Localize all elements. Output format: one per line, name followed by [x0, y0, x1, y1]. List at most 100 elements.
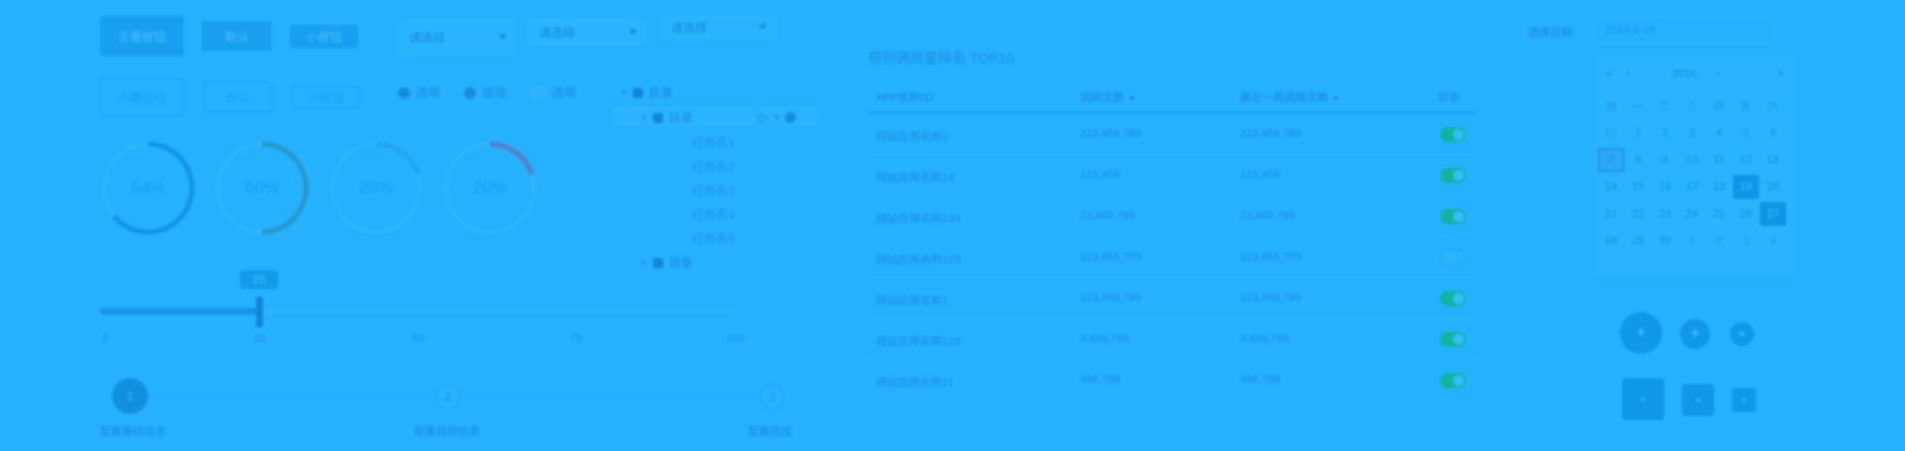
status-toggle[interactable] — [1440, 168, 1466, 183]
calendar-day[interactable]: 7 — [1598, 148, 1624, 172]
tree-node-child-tag: 小 ▾ — [756, 109, 796, 126]
tree-leaf[interactable]: 任务名2 — [692, 158, 735, 175]
calendar-day[interactable]: 8 — [1625, 148, 1651, 172]
primary-button-small[interactable]: 小按钮 — [290, 25, 358, 48]
calendar-day[interactable]: 27 — [1760, 202, 1786, 226]
secondary-button-large[interactable]: 次要按钮 — [100, 78, 184, 116]
secondary-button-small[interactable]: 小按钮 — [292, 86, 360, 108]
calendar-day[interactable]: 25 — [1706, 202, 1732, 226]
step-3-label: 配置完成 — [748, 426, 792, 438]
calendar-day[interactable]: 12 — [1733, 148, 1759, 172]
cell-weekly: 456,789 — [1240, 374, 1280, 386]
calendar-day[interactable]: 19 — [1733, 175, 1759, 199]
column-header-weekly[interactable]: 最近一周调用次数 ▼ — [1240, 89, 1340, 105]
radio-option-3[interactable]: 选项 — [532, 84, 576, 101]
slider-handle[interactable] — [256, 297, 263, 327]
step-3-indicator[interactable]: 3 — [760, 385, 784, 409]
calendar-day[interactable]: 26 — [1733, 202, 1759, 226]
prev-month-icon[interactable]: ‹ — [1626, 68, 1630, 80]
calendar-weekday: 五 — [1740, 101, 1752, 113]
calendar-weekday: 四 — [1713, 101, 1725, 113]
calendar-day[interactable]: 21 — [1598, 202, 1624, 226]
calendar-day[interactable]: 2 — [1652, 121, 1678, 145]
calendar-day[interactable]: 2 — [1706, 229, 1732, 253]
calendar-day[interactable]: 16 — [1652, 175, 1678, 199]
column-header-calls[interactable]: 调用次数 ▼ — [1080, 89, 1136, 105]
select-small[interactable]: 请选择 — [660, 16, 776, 38]
calendar-day[interactable]: 14 — [1598, 175, 1624, 199]
calendar-day[interactable]: 9 — [1652, 148, 1678, 172]
folder-icon — [652, 257, 663, 268]
calendar-day[interactable]: 28 — [1598, 229, 1624, 253]
date-input[interactable]: 2016-2-19 — [1594, 16, 1774, 44]
next-year-icon[interactable]: » — [1778, 68, 1784, 80]
calendar-day[interactable]: 15 — [1625, 175, 1651, 199]
calendar-year[interactable]: 2016 — [1672, 68, 1696, 80]
calendar-day[interactable]: 4 — [1706, 121, 1732, 145]
secondary-button-medium[interactable]: 默认 — [204, 82, 272, 112]
radio-option-1[interactable]: 选项 — [398, 84, 440, 101]
calendar-day[interactable]: 10 — [1679, 148, 1705, 172]
calendar-day[interactable]: 24 — [1679, 202, 1705, 226]
cell-app-name: 网站应用名称14 — [876, 172, 955, 184]
square-button-large[interactable]: + — [1622, 378, 1664, 420]
status-toggle[interactable] — [1440, 291, 1466, 306]
tree-node-root[interactable]: ▾ 目录 — [622, 84, 673, 101]
primary-button-medium[interactable]: 默认 — [202, 21, 272, 51]
tree-leaf[interactable]: 任务名4 — [692, 206, 735, 223]
tree-node-sibling[interactable]: ▸ 目录 — [642, 254, 693, 271]
step-2-indicator[interactable]: 2 — [436, 385, 460, 409]
calendar-day[interactable]: 13 — [1760, 148, 1786, 172]
calendar-day[interactable]: 30 — [1652, 229, 1678, 253]
calendar-day[interactable]: 11 — [1706, 148, 1732, 172]
status-toggle[interactable] — [1440, 373, 1466, 388]
status-toggle[interactable] — [1440, 250, 1466, 265]
add-button-medium[interactable]: + — [1680, 319, 1710, 349]
cell-weekly: 3,456,789 — [1240, 333, 1289, 345]
status-toggle[interactable] — [1440, 127, 1466, 142]
prev-year-icon[interactable]: « — [1606, 68, 1612, 80]
cell-app-name: 网站应用名称11 — [876, 377, 954, 389]
calendar-day[interactable]: 29 — [1625, 229, 1651, 253]
calendar-day[interactable]: 31 — [1598, 121, 1624, 145]
select-medium-value: 请选择 — [539, 25, 576, 40]
folder-icon — [632, 87, 643, 98]
calendar-day[interactable]: 23 — [1652, 202, 1678, 226]
select-large-value: 请选择 — [409, 30, 446, 45]
tree-leaf[interactable]: 任务名1 — [692, 134, 735, 151]
cell-weekly: 123,456,789 — [1240, 128, 1302, 140]
calendar-day[interactable]: 1 — [1679, 229, 1705, 253]
add-button-small[interactable]: + — [1730, 322, 1754, 346]
step-1-indicator[interactable]: 1 — [112, 378, 148, 414]
cell-calls: 23,456,789 — [1080, 210, 1136, 222]
calendar-day[interactable]: 3 — [1679, 121, 1705, 145]
calendar-day[interactable]: 1 — [1625, 121, 1651, 145]
primary-button-large[interactable]: 主要按钮 — [100, 16, 184, 56]
square-button-medium[interactable]: + — [1682, 384, 1714, 416]
next-month-icon[interactable]: › — [1716, 68, 1720, 80]
radio-option-2[interactable]: 选项 — [464, 84, 506, 101]
calendar-day[interactable]: 17 — [1679, 175, 1705, 199]
status-toggle[interactable] — [1440, 209, 1466, 224]
calendar-day[interactable]: 3 — [1733, 229, 1759, 253]
date-picker-label: 选择日期: — [1528, 27, 1576, 39]
status-toggle[interactable] — [1440, 332, 1466, 347]
calendar-day[interactable]: 18 — [1706, 175, 1732, 199]
add-button-large[interactable]: + — [1620, 312, 1662, 354]
toggle-knob — [1453, 170, 1464, 181]
calendar-day[interactable]: 22 — [1625, 202, 1651, 226]
tree-node-child[interactable]: ▾ 目录 — [642, 109, 693, 126]
table-row-divider — [868, 359, 1476, 360]
calendar-day[interactable]: 5 — [1733, 121, 1759, 145]
progress-circle: 20% — [328, 140, 424, 236]
tree-leaf[interactable]: 任务名3 — [692, 182, 735, 199]
select-medium[interactable]: 请选择 — [528, 19, 646, 45]
calendar-day[interactable]: 6 — [1760, 121, 1786, 145]
select-large[interactable]: 请选择 — [398, 20, 516, 54]
calendar-day[interactable]: 20 — [1760, 175, 1786, 199]
calendar-day[interactable]: 4 — [1760, 229, 1786, 253]
tree-leaf[interactable]: 任务名5 — [692, 230, 735, 247]
plus-icon: + — [1740, 393, 1748, 407]
square-button-small[interactable]: + — [1732, 388, 1756, 412]
sort-icon: ▼ — [1332, 94, 1340, 103]
